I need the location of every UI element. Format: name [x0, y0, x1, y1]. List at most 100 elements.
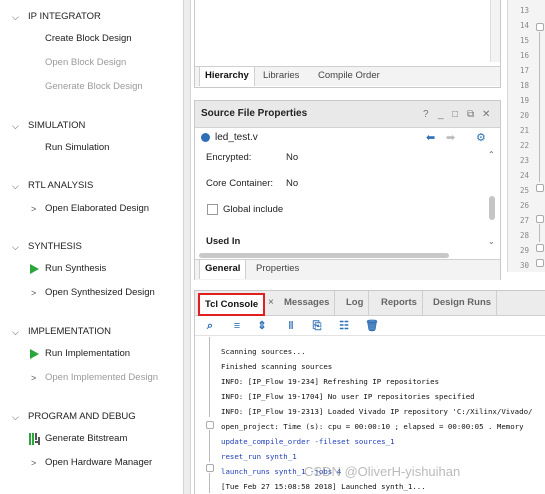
panel-title-bar: Source File Properties ? _ □ ⧉ ✕ — [195, 101, 500, 128]
pause-icon[interactable]: ‖ — [284, 319, 298, 333]
console-command-line: reset_run synth_1 — [221, 452, 297, 461]
run-play-icon — [30, 264, 39, 274]
panel-title: Source File Properties — [201, 108, 308, 119]
chevron-down-icon: ⌵ — [12, 12, 19, 22]
verilog-file-icon — [201, 133, 210, 142]
fold-toggle-icon[interactable] — [536, 215, 544, 223]
tab-label: Tcl Console — [205, 299, 259, 310]
tab-design-runs[interactable]: Design Runs — [428, 291, 498, 315]
item-label: Open Synthesized Design — [45, 287, 155, 298]
sources-scrollbar[interactable] — [490, 0, 500, 62]
tab-log[interactable]: Log — [341, 291, 370, 315]
line-number: 20 — [519, 111, 529, 120]
section-label: SYNTHESIS — [28, 241, 82, 252]
line-number: 18 — [519, 81, 529, 90]
float-icon[interactable]: ⧉ — [467, 109, 474, 120]
scroll-down-icon[interactable]: ⌄ — [488, 237, 495, 246]
line-number: 27 — [519, 216, 529, 225]
chevron-down-icon: ⌵ — [12, 327, 19, 337]
properties-h-scrollbar[interactable] — [199, 251, 486, 259]
line-number: 28 — [519, 231, 529, 240]
maximize-icon[interactable]: □ — [452, 109, 458, 120]
console-line: [Tue Feb 27 15:08:58 2018] Launched synt… — [221, 482, 426, 491]
item-label: Open Implemented Design — [45, 372, 159, 383]
console-line: INFO: [IP_Flow 19-1704] No user IP repos… — [221, 392, 475, 401]
console-line: INFO: [IP_Flow 19-234] Refreshing IP rep… — [221, 377, 440, 386]
tab-reports[interactable]: Reports — [376, 291, 423, 315]
close-tab-icon[interactable]: × — [268, 297, 274, 308]
sources-tree[interactable] — [195, 0, 500, 62]
close-icon[interactable]: ✕ — [482, 109, 490, 120]
flow-navigator: ⌵ IP INTEGRATOR Create Block Design Open… — [0, 0, 183, 494]
chevron-down-icon: ⌵ — [12, 121, 19, 131]
copy-icon[interactable]: ⎘ — [310, 319, 324, 333]
back-arrow-icon[interactable]: ⬅ — [426, 131, 435, 144]
line-number: 24 — [519, 171, 529, 180]
trash-icon[interactable]: 🗑 — [365, 319, 379, 333]
minimize-icon[interactable]: _ — [438, 109, 444, 120]
sources-panel: Hierarchy Libraries Compile Order — [194, 0, 501, 88]
console-line: open_project: Time (s): cpu = 00:00:10 ;… — [221, 422, 524, 431]
panel-splitter[interactable] — [183, 0, 191, 494]
item-label: Open Block Design — [45, 57, 127, 68]
section-label: RTL ANALYSIS — [28, 180, 94, 191]
property-value: No — [286, 178, 299, 189]
core-container-property: Core Container: No — [206, 178, 298, 189]
search-icon[interactable]: ⌕ — [203, 319, 217, 333]
fold-toggle-icon[interactable] — [536, 259, 544, 267]
columns-icon[interactable]: ☷ — [337, 319, 351, 333]
tab-hierarchy[interactable]: Hierarchy — [199, 67, 255, 86]
watermark: CSDN @OliverH-yishuihan — [304, 464, 461, 479]
tab-libraries[interactable]: Libraries — [258, 67, 304, 86]
fold-toggle-icon[interactable] — [536, 23, 544, 31]
console-command-line: update_compile_order -fileset sources_1 — [221, 437, 395, 446]
fold-toggle-icon[interactable] — [536, 244, 544, 252]
line-number: 13 — [519, 6, 529, 15]
tab-messages[interactable]: Messages — [279, 291, 336, 315]
property-label: Core Container: — [206, 178, 274, 189]
console-line: INFO: [IP_Flow 19-2313] Loaded Vivado IP… — [221, 407, 533, 416]
file-bar: led_test.v ⬅ ➡ ⚙ — [195, 128, 500, 148]
chevron-right-icon: > — [31, 373, 37, 383]
fold-toggle-icon[interactable] — [206, 421, 214, 429]
scroll-up-icon[interactable]: ⌃ — [488, 150, 495, 159]
tab-general[interactable]: General — [199, 260, 247, 279]
item-label: Run Implementation — [45, 348, 131, 359]
fold-guide — [209, 430, 210, 462]
fold-guide — [209, 473, 210, 493]
gear-icon[interactable]: ⚙ — [476, 131, 486, 144]
item-label: Generate Bitstream — [45, 433, 128, 444]
help-icon[interactable]: ? — [423, 109, 429, 120]
tab-tcl-console[interactable]: Tcl Console — [198, 293, 266, 316]
property-value: No — [286, 152, 299, 163]
line-number: 23 — [519, 156, 529, 165]
line-number: 25 — [519, 186, 529, 195]
item-label: Run Simulation — [45, 142, 110, 153]
global-include-label: Global include — [223, 204, 284, 215]
chevron-down-icon: ⌵ — [12, 412, 19, 422]
forward-arrow-icon[interactable]: ➡ — [446, 131, 455, 144]
chevron-right-icon: > — [31, 204, 37, 214]
line-number: 30 — [519, 261, 529, 270]
item-label: Open Elaborated Design — [45, 203, 150, 214]
properties-scrollbar[interactable]: ⌃ ⌄ — [488, 150, 497, 251]
global-include-checkbox[interactable] — [207, 204, 218, 215]
run-play-icon — [30, 349, 39, 359]
chevron-right-icon: > — [31, 288, 37, 298]
fold-toggle-icon[interactable] — [536, 184, 544, 192]
section-label: IMPLEMENTATION — [28, 326, 112, 337]
item-label: Create Block Design — [45, 33, 132, 44]
tab-properties[interactable]: Properties — [251, 260, 304, 279]
scrollbar-thumb[interactable] — [489, 196, 495, 220]
h-scrollbar-thumb[interactable] — [199, 253, 449, 258]
property-label: Encrypted: — [206, 152, 252, 163]
chevron-right-icon: > — [31, 458, 37, 468]
line-number: 19 — [519, 96, 529, 105]
line-number: 14 — [519, 21, 529, 30]
console-tabbar: Tcl Console × Messages Log Reports Desig… — [195, 291, 545, 316]
item-label: Generate Block Design — [45, 81, 143, 92]
collapse-all-icon[interactable]: ≡ — [230, 319, 244, 333]
fold-toggle-icon[interactable] — [206, 464, 214, 472]
expand-all-icon[interactable]: ⇕ — [255, 319, 269, 333]
tab-compile-order[interactable]: Compile Order — [313, 67, 385, 86]
